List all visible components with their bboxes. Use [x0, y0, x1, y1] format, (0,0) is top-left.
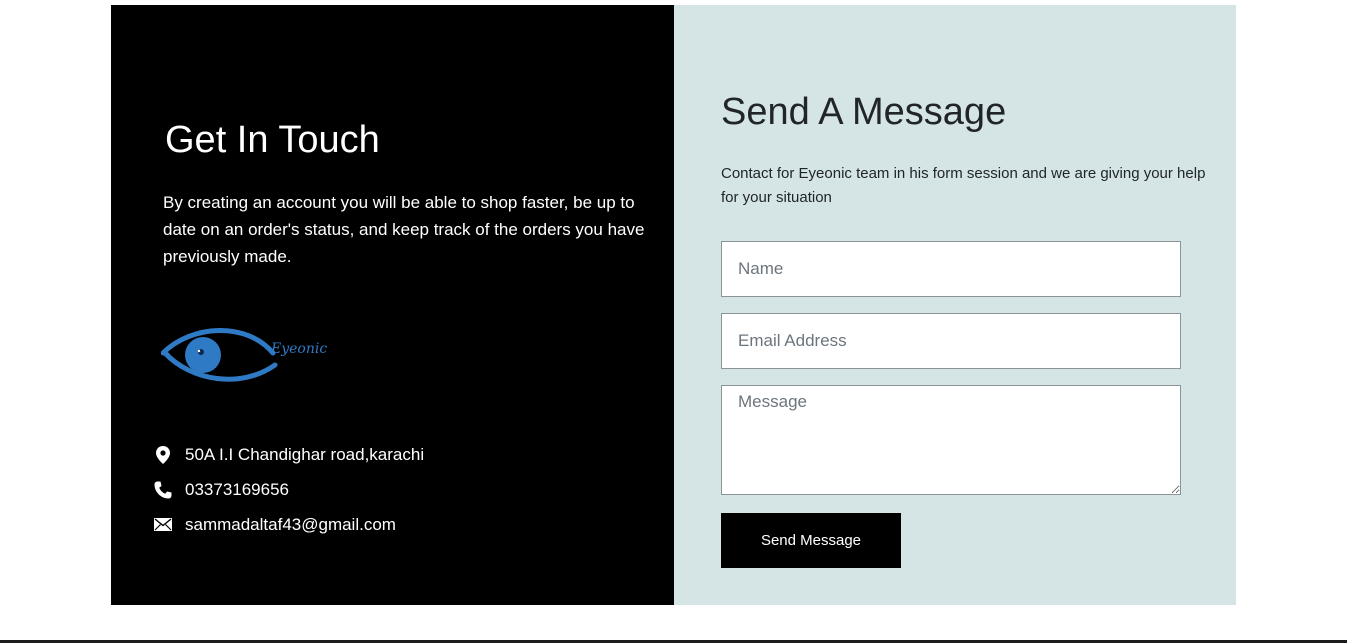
contact-address-text: 50A I.I Chandighar road,karachi — [185, 444, 425, 464]
contact-email: sammadaltaf43@gmail.com — [153, 507, 424, 542]
contact-address: 50A I.I Chandighar road,karachi — [153, 437, 424, 472]
email-input[interactable] — [721, 313, 1181, 369]
contact-phone: 03373169656 — [153, 472, 424, 507]
contact-list: 50A I.I Chandighar road,karachi 03373169… — [153, 437, 424, 542]
info-title: Get In Touch — [165, 119, 380, 161]
message-textarea[interactable] — [721, 385, 1181, 495]
form-title: Send A Message — [721, 91, 1007, 133]
info-panel: Get In Touch By creating an account you … — [111, 5, 674, 605]
logo-wordmark: Eyeonic — [271, 341, 328, 357]
location-pin-icon — [153, 445, 173, 465]
contact-email-text: sammadaltaf43@gmail.com — [185, 514, 396, 534]
contact-phone-text: 03373169656 — [185, 479, 290, 499]
form-panel: Send A Message Contact for Eyeonic team … — [674, 5, 1236, 605]
name-input[interactable] — [721, 241, 1181, 297]
contact-card: Get In Touch By creating an account you … — [111, 5, 1236, 605]
envelope-icon — [153, 515, 173, 535]
send-message-button[interactable]: Send Message — [721, 513, 901, 568]
phone-icon — [153, 480, 173, 500]
form-description: Contact for Eyeonic team in his form ses… — [721, 165, 1206, 206]
info-description: By creating an account you will be able … — [163, 193, 645, 266]
page: Get In Touch By creating an account you … — [0, 0, 1347, 643]
